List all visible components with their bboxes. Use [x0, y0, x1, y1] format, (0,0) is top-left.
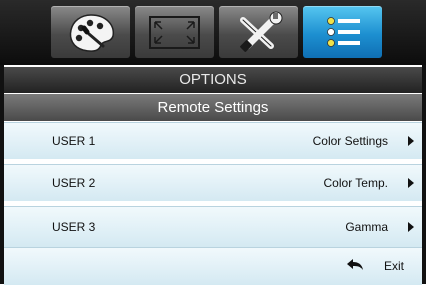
- menu-row-user3[interactable]: USER 3 Gamma: [4, 206, 422, 247]
- menu-tab-bar: [0, 0, 426, 65]
- menu-row-user2[interactable]: USER 2 Color Temp.: [4, 164, 422, 201]
- tab-setup[interactable]: [219, 6, 298, 58]
- menu-title: OPTIONS: [4, 67, 422, 93]
- submenu-title: Remote Settings: [4, 94, 422, 121]
- tools-icon: [240, 11, 283, 52]
- tab-display[interactable]: [135, 6, 214, 58]
- row-label: USER 1: [52, 134, 96, 148]
- exit-button[interactable]: Exit: [4, 247, 422, 285]
- row-value: Color Settings: [312, 134, 388, 148]
- row-label: USER 2: [52, 176, 96, 190]
- arrow-right-icon: [408, 222, 414, 232]
- right-frame: [422, 65, 426, 284]
- osd-menu: OPTIONS Remote Settings USER 1 Color Set…: [0, 0, 426, 285]
- exit-label: Exit: [383, 259, 404, 273]
- menu-row-user1[interactable]: USER 1 Color Settings: [4, 122, 422, 159]
- row-value: Color Temp.: [323, 176, 388, 190]
- display-aspect-icon: [149, 16, 200, 49]
- palette-icon: [69, 14, 114, 52]
- return-arrow-icon: [347, 259, 363, 270]
- row-value: Gamma: [345, 220, 388, 234]
- arrow-right-icon: [408, 136, 414, 146]
- row-label: USER 3: [52, 220, 96, 234]
- arrow-right-icon: [408, 178, 414, 188]
- options-list-icon: [327, 17, 360, 47]
- tab-options[interactable]: [303, 6, 382, 58]
- tab-picture[interactable]: [51, 6, 130, 58]
